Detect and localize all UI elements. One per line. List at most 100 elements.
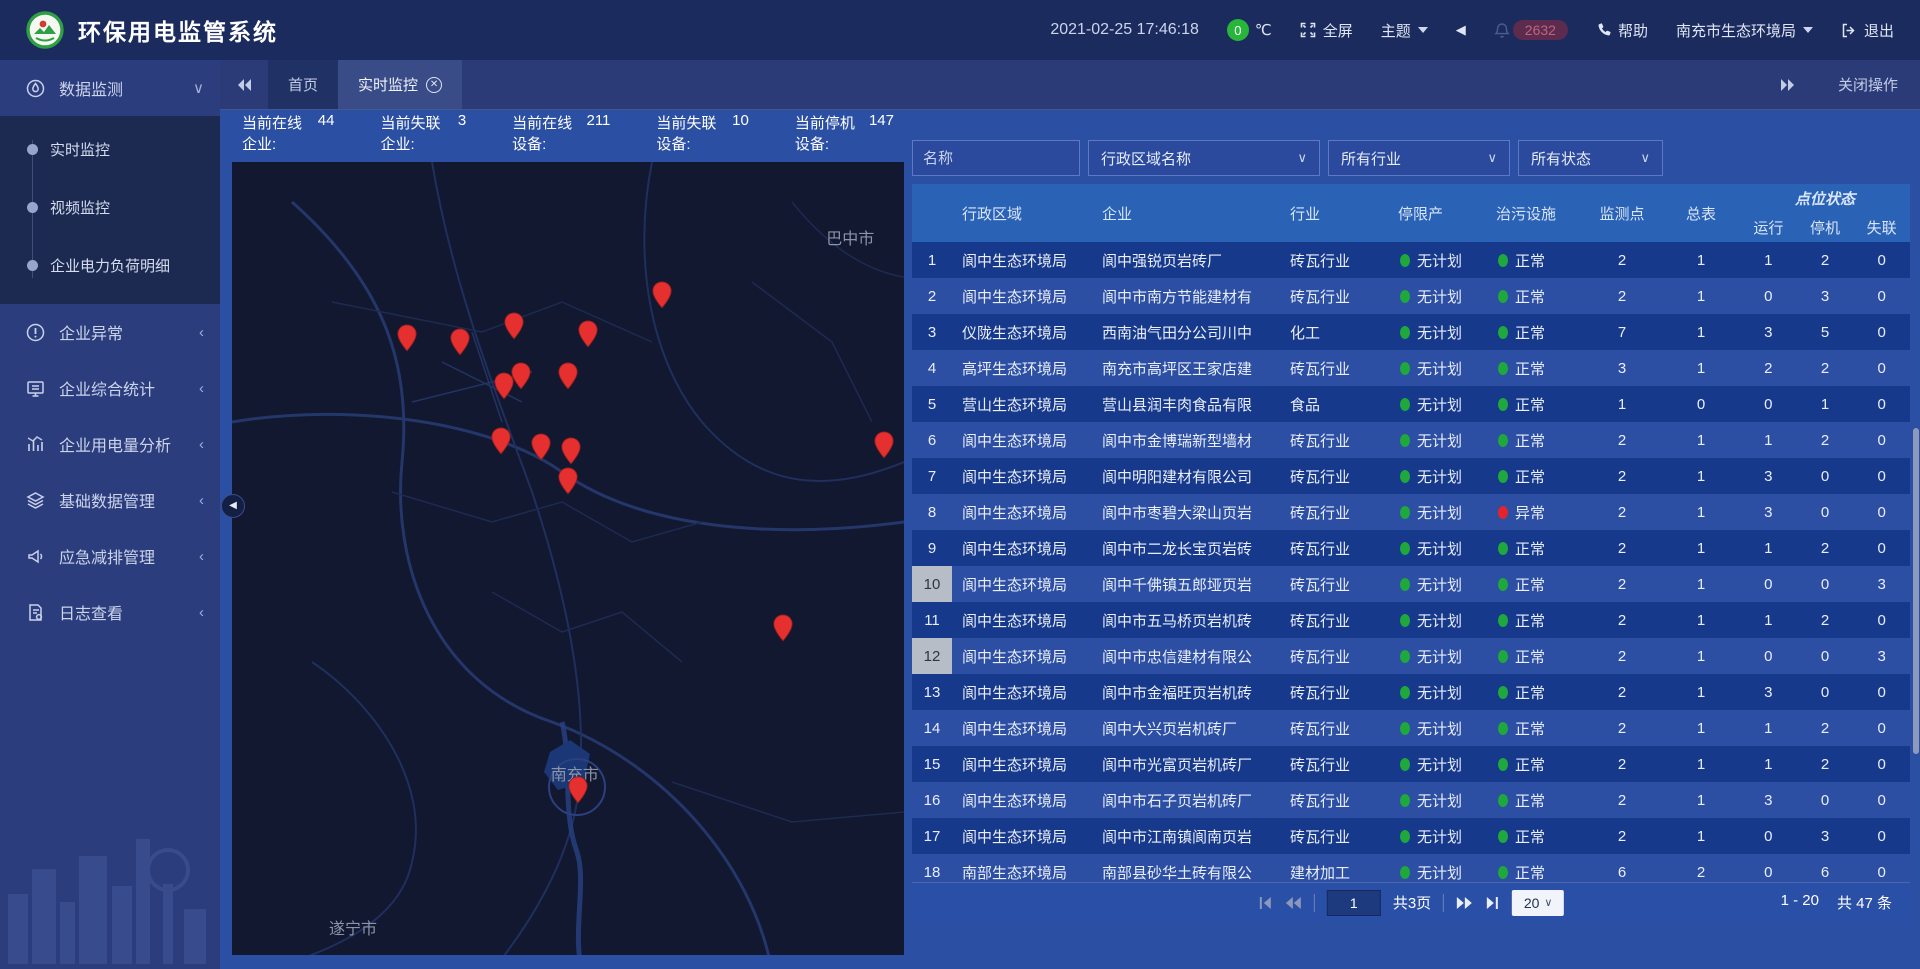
industry-filter-select[interactable]: 所有行业 ∨ <box>1328 140 1510 176</box>
map-pin-icon[interactable] <box>531 433 552 461</box>
table-header-cell[interactable]: 监测点 <box>1582 203 1662 224</box>
cell-meter: 1 <box>1662 828 1740 845</box>
sidebar-subitem[interactable]: 实时监控 <box>0 120 220 178</box>
notifications[interactable]: 2632 <box>1494 20 1568 40</box>
page-number-input[interactable] <box>1327 890 1381 916</box>
table-row[interactable]: 9阆中生态环境局阆中市二龙长宝页岩砖砖瓦行业无计划正常21120 <box>912 530 1910 566</box>
limit-status-label: 无计划 <box>1417 826 1462 847</box>
table-row[interactable]: 14阆中生态环境局阆中大兴页岩机砖厂砖瓦行业无计划正常21120 <box>912 710 1910 746</box>
map-pin-icon[interactable] <box>450 328 471 356</box>
status-dot-green-icon <box>1400 506 1410 519</box>
sidebar-item-logs[interactable]: 日志查看‹ <box>0 584 220 640</box>
map-pin-icon[interactable] <box>568 776 589 804</box>
cell-region: 阆中生态环境局 <box>952 826 1092 847</box>
tabs-scroll-right-button[interactable] <box>1764 78 1812 92</box>
table-header-cell[interactable]: 总表 <box>1662 203 1740 224</box>
sidebar-item-base-data[interactable]: 基础数据管理‹ <box>0 472 220 528</box>
close-icon[interactable]: ✕ <box>426 77 442 93</box>
table-row[interactable]: 4高坪生态环境局南充市高坪区王家店建砖瓦行业无计划正常31220 <box>912 350 1910 386</box>
map-pin-icon[interactable] <box>873 431 894 459</box>
sidebar-subitem[interactable]: 视频监控 <box>0 178 220 236</box>
sidebar-item-enterprise-stats[interactable]: 企业综合统计‹ <box>0 360 220 416</box>
help-button[interactable]: 帮助 <box>1596 20 1648 41</box>
page-size-select[interactable]: 20 ∨ <box>1512 890 1564 916</box>
map-panel[interactable]: 巴中市南充市遂宁市 <box>232 162 904 955</box>
sidebar-item-label: 应急减排管理 <box>59 544 155 568</box>
table-row[interactable]: 1阆中生态环境局阆中强锐页岩砖厂砖瓦行业无计划正常21120 <box>912 242 1910 278</box>
map-pin-icon[interactable] <box>490 427 511 455</box>
chevron-left-icon: ‹ <box>199 380 204 397</box>
sidebar-item-emergency[interactable]: 应急减排管理‹ <box>0 528 220 584</box>
map-pin-icon[interactable] <box>578 320 599 348</box>
cell-points: 2 <box>1582 756 1662 773</box>
map-pin-icon[interactable] <box>773 614 794 642</box>
map-pin-icon[interactable] <box>652 281 673 309</box>
sidebar-item-enterprise-abnormal[interactable]: 企业异常‹ <box>0 304 220 360</box>
table-header-cell[interactable]: 行政区域 <box>952 203 1092 224</box>
logout-button[interactable]: 退出 <box>1841 20 1894 41</box>
total-pages-label: 共3页 <box>1393 892 1431 913</box>
table-row[interactable]: 11阆中生态环境局阆中市五马桥页岩机砖砖瓦行业无计划正常21120 <box>912 602 1910 638</box>
facility-status-label: 正常 <box>1515 286 1545 307</box>
fullscreen-button[interactable]: 全屏 <box>1300 20 1353 41</box>
status-filter-select[interactable]: 所有状态 ∨ <box>1518 140 1663 176</box>
monitor-stats-icon <box>26 379 45 398</box>
first-page-button[interactable] <box>1258 896 1273 910</box>
previous-page-button[interactable] <box>1285 896 1302 910</box>
table-subheader-cell[interactable]: 停机 <box>1797 217 1854 238</box>
table-row[interactable]: 3仪陇生态环境局西南油气田分公司川中化工无计划正常71350 <box>912 314 1910 350</box>
map-pin-icon[interactable] <box>510 362 531 390</box>
facility-status-label: 正常 <box>1515 322 1545 343</box>
sidebar-item-data-monitor[interactable]: 数据监测∨ <box>0 60 220 116</box>
table-subheader-cell[interactable]: 失联 <box>1853 217 1910 238</box>
scrollbar[interactable] <box>1912 110 1920 969</box>
name-filter-input[interactable] <box>912 140 1080 176</box>
mute-button[interactable]: ◀ <box>1456 22 1466 38</box>
table-row[interactable]: 15阆中生态环境局阆中市光富页岩机砖厂砖瓦行业无计划正常21120 <box>912 746 1910 782</box>
facility-status-label: 正常 <box>1515 718 1545 739</box>
tab-实时监控[interactable]: 实时监控✕ <box>338 60 462 109</box>
org-menu[interactable]: 南充市生态环境局 <box>1676 20 1813 41</box>
panel-collapse-button[interactable]: ◀ <box>221 494 245 518</box>
close-operations-button[interactable]: 关闭操作 <box>1838 74 1898 95</box>
datetime: 2021-02-25 17:46:18 <box>1050 21 1199 39</box>
scrollbar-thumb[interactable] <box>1913 428 1919 754</box>
sidebar-subitem[interactable]: 企业电力负荷明细 <box>0 236 220 294</box>
map-pin-icon[interactable] <box>561 437 582 465</box>
map-pin-icon[interactable] <box>558 467 579 495</box>
table-row[interactable]: 17阆中生态环境局阆中市江南镇阆南页岩砖瓦行业无计划正常21030 <box>912 818 1910 854</box>
tabs-scroll-left-button[interactable] <box>220 60 268 109</box>
cell-company: 阆中千佛镇五郎垭页岩 <box>1092 574 1280 595</box>
facility-status-label: 正常 <box>1515 430 1545 451</box>
table-header-cell[interactable]: 停限产 <box>1388 203 1486 224</box>
region-filter-select[interactable]: 行政区域名称 ∨ <box>1088 140 1320 176</box>
table-header-cell[interactable]: 行业 <box>1280 203 1388 224</box>
cell-industry: 砖瓦行业 <box>1280 430 1388 451</box>
map-pin-icon[interactable] <box>396 324 417 352</box>
table-header-cell[interactable]: 企业 <box>1092 203 1280 224</box>
cell-limit-status: 无计划 <box>1388 502 1486 523</box>
table-subheader-cell[interactable]: 运行 <box>1740 217 1797 238</box>
tab-首页[interactable]: 首页 <box>268 60 338 109</box>
status-dot-green-icon <box>1498 758 1508 771</box>
map-pin-icon[interactable] <box>504 312 525 340</box>
map-pin-icon[interactable] <box>558 362 579 390</box>
cell-facility-status: 正常 <box>1486 826 1582 847</box>
table-row[interactable]: 18南部生态环境局南部县砂华土砖有限公建材加工无计划正常62060 <box>912 854 1910 882</box>
table-row[interactable]: 6阆中生态环境局阆中市金博瑞新型墙材砖瓦行业无计划正常21120 <box>912 422 1910 458</box>
table-row[interactable]: 13阆中生态环境局阆中市金福旺页岩机砖砖瓦行业无计划正常21300 <box>912 674 1910 710</box>
sidebar-item-power-analysis[interactable]: 企业用电量分析‹ <box>0 416 220 472</box>
table-row[interactable]: 5营山生态环境局营山县润丰肉食品有限食品无计划正常10010 <box>912 386 1910 422</box>
table-row[interactable]: 2阆中生态环境局阆中市南方节能建材有砖瓦行业无计划正常21030 <box>912 278 1910 314</box>
last-page-button[interactable] <box>1485 896 1500 910</box>
cell-lost: 0 <box>1853 360 1910 377</box>
cell-stop: 6 <box>1797 864 1854 881</box>
table-row[interactable]: 16阆中生态环境局阆中市石子页岩机砖厂砖瓦行业无计划正常21300 <box>912 782 1910 818</box>
table-row[interactable]: 7阆中生态环境局阆中明阳建材有限公司砖瓦行业无计划正常21300 <box>912 458 1910 494</box>
table-header-cell[interactable]: 治污设施 <box>1486 203 1582 224</box>
table-row[interactable]: 12阆中生态环境局阆中市忠信建材有限公砖瓦行业无计划正常21003 <box>912 638 1910 674</box>
theme-menu[interactable]: 主题 <box>1381 20 1428 41</box>
next-page-button[interactable] <box>1456 896 1473 910</box>
table-row[interactable]: 10阆中生态环境局阆中千佛镇五郎垭页岩砖瓦行业无计划正常21003 <box>912 566 1910 602</box>
table-row[interactable]: 8阆中生态环境局阆中市枣碧大梁山页岩砖瓦行业无计划异常21300 <box>912 494 1910 530</box>
